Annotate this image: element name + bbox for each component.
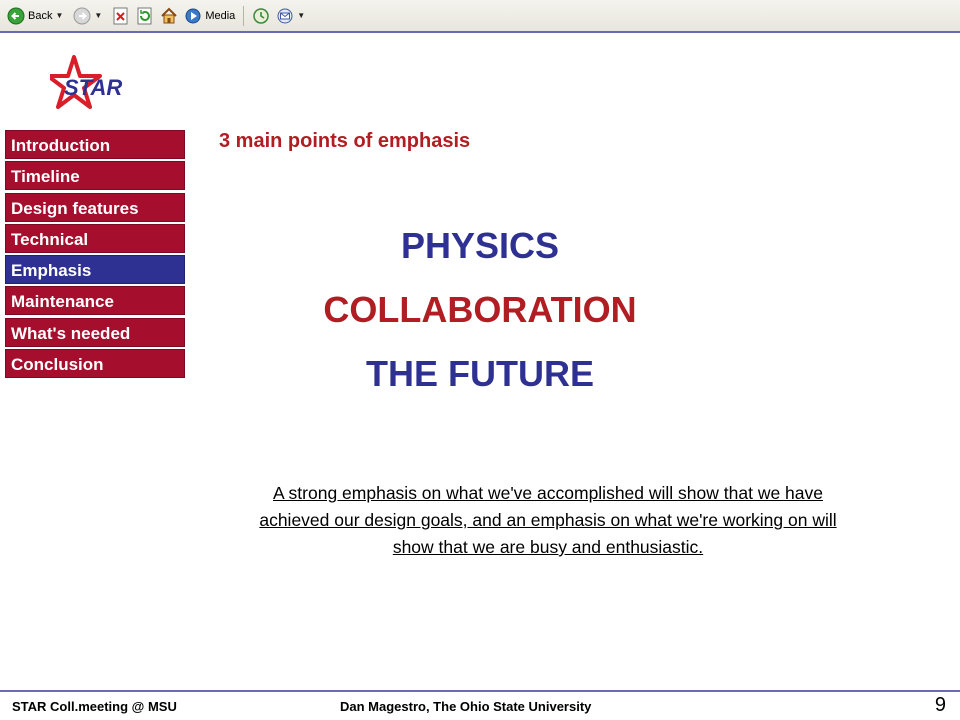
point-the-future: THE FUTURE bbox=[366, 353, 594, 394]
media-button[interactable]: Media bbox=[181, 4, 238, 28]
page-number: 9 bbox=[934, 694, 946, 716]
stop-button[interactable] bbox=[109, 4, 133, 28]
nav-item-whats-needed[interactable]: What's needed bbox=[5, 317, 185, 347]
forward-button[interactable]: ▼ bbox=[70, 4, 109, 28]
mail-icon bbox=[277, 8, 293, 23]
stop-icon bbox=[113, 7, 128, 24]
star-logo: STAR bbox=[46, 55, 134, 117]
chevron-down-icon[interactable]: ▼ bbox=[55, 11, 63, 20]
browser-toolbar: Back ▼ ▼ Media ▼ bbox=[0, 0, 960, 33]
chevron-down-icon[interactable]: ▼ bbox=[94, 11, 102, 20]
history-button[interactable] bbox=[249, 4, 273, 28]
footer-divider bbox=[0, 690, 960, 692]
star-logo-icon: STAR bbox=[46, 55, 122, 109]
back-label: Back bbox=[28, 9, 53, 22]
back-arrow-icon bbox=[7, 7, 25, 24]
footer-author: Dan Magestro, The Ohio State University bbox=[340, 699, 592, 714]
history-icon bbox=[253, 7, 270, 24]
home-icon bbox=[161, 7, 178, 23]
summary-paragraph: A strong emphasis on what we've accompli… bbox=[259, 483, 837, 557]
point-physics: PHYSICS bbox=[400, 225, 560, 266]
nav-item-maintenance[interactable]: Maintenance bbox=[5, 286, 185, 316]
chevron-down-icon[interactable]: ▼ bbox=[297, 11, 305, 20]
media-icon bbox=[185, 8, 201, 23]
nav-item-conclusion[interactable]: Conclusion bbox=[5, 349, 185, 379]
home-button[interactable] bbox=[157, 4, 181, 28]
nav-item-emphasis[interactable]: Emphasis bbox=[5, 255, 185, 285]
nav-item-introduction[interactable]: Introduction bbox=[5, 130, 185, 159]
logo-text: STAR bbox=[64, 75, 122, 100]
nav-item-technical[interactable]: Technical bbox=[5, 223, 185, 253]
forward-arrow-icon bbox=[73, 7, 91, 24]
refresh-button[interactable] bbox=[133, 4, 157, 28]
toolbar-divider bbox=[243, 5, 245, 26]
back-button[interactable]: Back ▼ bbox=[4, 4, 70, 28]
slide-subtitle: 3 main points of emphasis bbox=[219, 130, 471, 152]
slide-navigation: Introduction Timeline Design features Te… bbox=[5, 130, 185, 380]
refresh-icon bbox=[137, 7, 152, 24]
media-label: Media bbox=[205, 9, 236, 22]
mail-button[interactable]: ▼ bbox=[273, 4, 312, 28]
footer-meeting: STAR Coll.meeting @ MSU bbox=[12, 699, 177, 714]
nav-item-timeline[interactable]: Timeline bbox=[5, 161, 185, 191]
point-collaboration: COLLABORATION bbox=[323, 289, 637, 330]
nav-item-design-features[interactable]: Design features bbox=[5, 192, 185, 222]
